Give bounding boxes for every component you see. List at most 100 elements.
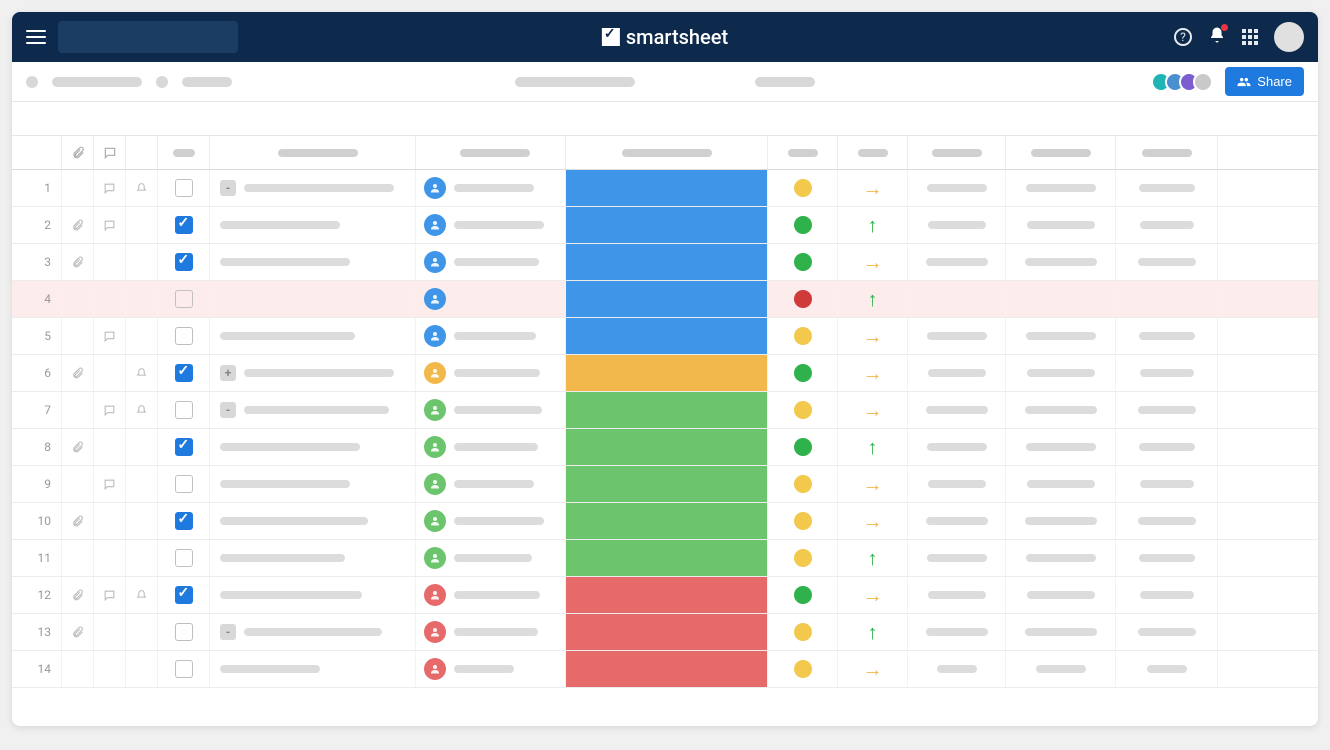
reminder-cell[interactable]	[126, 170, 158, 206]
status-cell[interactable]	[566, 577, 768, 613]
direction-cell[interactable]: →	[838, 577, 908, 613]
task-cell[interactable]: -	[210, 614, 416, 650]
status-cell[interactable]	[566, 392, 768, 428]
data-cell[interactable]	[1006, 466, 1116, 502]
checkbox[interactable]	[175, 401, 193, 419]
checkbox[interactable]	[175, 216, 193, 234]
direction-cell[interactable]: →	[838, 503, 908, 539]
comment-cell[interactable]	[94, 392, 126, 428]
checkbox-cell[interactable]	[158, 577, 210, 613]
status-cell[interactable]	[566, 503, 768, 539]
direction-cell[interactable]: ↑	[838, 207, 908, 243]
data-cell[interactable]	[1006, 392, 1116, 428]
checkbox[interactable]	[175, 179, 193, 197]
data-cell[interactable]	[908, 281, 1006, 317]
direction-cell[interactable]: ↑	[838, 281, 908, 317]
task-cell[interactable]	[210, 244, 416, 280]
table-row[interactable]: 9→	[12, 466, 1318, 503]
data-cell[interactable]	[1006, 503, 1116, 539]
rag-cell[interactable]	[768, 392, 838, 428]
checkbox[interactable]	[175, 586, 193, 604]
checkbox-cell[interactable]	[158, 466, 210, 502]
data-cell[interactable]	[1116, 614, 1218, 650]
checkbox-cell[interactable]	[158, 651, 210, 687]
direction-cell[interactable]: →	[838, 651, 908, 687]
rag-cell[interactable]	[768, 244, 838, 280]
status-cell[interactable]	[566, 244, 768, 280]
direction-cell[interactable]: →	[838, 170, 908, 206]
data-cell[interactable]	[1006, 651, 1116, 687]
table-row[interactable]: 12→	[12, 577, 1318, 614]
data-cell[interactable]	[908, 429, 1006, 465]
data-cell[interactable]	[1116, 429, 1218, 465]
table-row[interactable]: 2↑	[12, 207, 1318, 244]
reminder-cell[interactable]	[126, 207, 158, 243]
comment-cell[interactable]	[94, 651, 126, 687]
task-cell[interactable]	[210, 318, 416, 354]
attachment-cell[interactable]	[62, 503, 94, 539]
table-row[interactable]: 7-→	[12, 392, 1318, 429]
collapse-icon[interactable]: -	[220, 180, 236, 196]
direction-cell[interactable]: →	[838, 244, 908, 280]
collapse-icon[interactable]: -	[220, 402, 236, 418]
checkbox[interactable]	[175, 290, 193, 308]
data-cell[interactable]	[908, 318, 1006, 354]
attachment-cell[interactable]	[62, 614, 94, 650]
status-cell[interactable]	[566, 651, 768, 687]
checkbox-cell[interactable]	[158, 170, 210, 206]
direction-cell[interactable]: →	[838, 355, 908, 391]
comment-cell[interactable]	[94, 170, 126, 206]
comment-cell[interactable]	[94, 614, 126, 650]
data-cell[interactable]	[1006, 429, 1116, 465]
data-cell[interactable]	[1006, 577, 1116, 613]
data-cell[interactable]	[908, 577, 1006, 613]
assignee-cell[interactable]	[416, 281, 566, 317]
status-cell[interactable]	[566, 429, 768, 465]
table-row[interactable]: 6+→	[12, 355, 1318, 392]
assignee-cell[interactable]	[416, 429, 566, 465]
data-cell[interactable]	[1116, 392, 1218, 428]
attachment-cell[interactable]	[62, 207, 94, 243]
assignee-cell[interactable]	[416, 577, 566, 613]
attachment-cell[interactable]	[62, 429, 94, 465]
reminder-cell[interactable]	[126, 577, 158, 613]
reminder-cell[interactable]	[126, 392, 158, 428]
checkbox[interactable]	[175, 364, 193, 382]
menu-icon[interactable]	[26, 26, 46, 48]
task-cell[interactable]	[210, 466, 416, 502]
rag-cell[interactable]	[768, 466, 838, 502]
reminder-cell[interactable]	[126, 244, 158, 280]
assignee-cell[interactable]	[416, 207, 566, 243]
expand-icon[interactable]: +	[220, 365, 236, 381]
collapse-icon[interactable]: -	[220, 624, 236, 640]
checkbox-cell[interactable]	[158, 281, 210, 317]
task-cell[interactable]: +	[210, 355, 416, 391]
rag-cell[interactable]	[768, 540, 838, 576]
data-cell[interactable]	[1006, 540, 1116, 576]
help-icon[interactable]: ?	[1174, 28, 1192, 46]
data-cell[interactable]	[1006, 281, 1116, 317]
direction-cell[interactable]: →	[838, 466, 908, 502]
data-cell[interactable]	[1006, 244, 1116, 280]
attachment-cell[interactable]	[62, 392, 94, 428]
data-cell[interactable]	[1116, 207, 1218, 243]
reminder-cell[interactable]	[126, 540, 158, 576]
data-cell[interactable]	[908, 614, 1006, 650]
table-row[interactable]: 14→	[12, 651, 1318, 688]
data-cell[interactable]	[908, 207, 1006, 243]
attachment-cell[interactable]	[62, 577, 94, 613]
reminder-cell[interactable]	[126, 281, 158, 317]
task-cell[interactable]	[210, 503, 416, 539]
attachment-cell[interactable]	[62, 540, 94, 576]
comment-cell[interactable]	[94, 281, 126, 317]
status-cell[interactable]	[566, 170, 768, 206]
table-row[interactable]: 10→	[12, 503, 1318, 540]
task-cell[interactable]	[210, 540, 416, 576]
data-cell[interactable]	[1116, 651, 1218, 687]
attachment-cell[interactable]	[62, 318, 94, 354]
toolbar-item[interactable]	[156, 76, 168, 88]
apps-icon[interactable]	[1242, 29, 1258, 45]
attachment-cell[interactable]	[62, 170, 94, 206]
data-cell[interactable]	[908, 466, 1006, 502]
checkbox-cell[interactable]	[158, 503, 210, 539]
